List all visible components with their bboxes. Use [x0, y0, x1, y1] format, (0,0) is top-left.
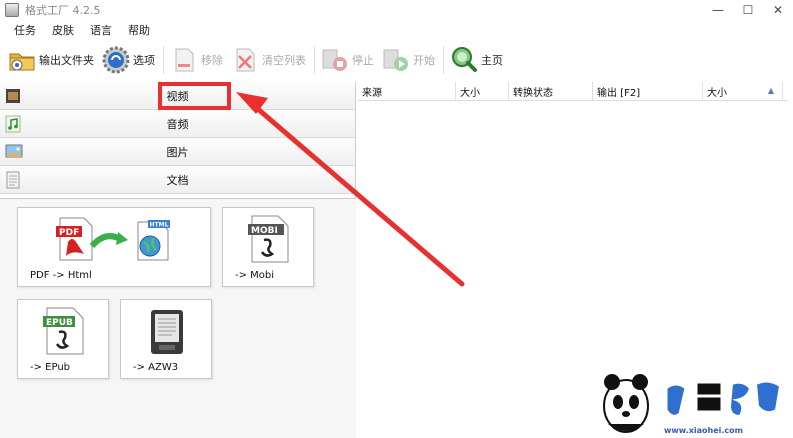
start-icon: [382, 46, 410, 74]
stop-icon: [321, 46, 349, 74]
tile-to-mobi[interactable]: MOBI -> Mobi: [222, 207, 314, 287]
remove-icon: [170, 46, 198, 74]
category-document-label: 文档: [166, 173, 189, 187]
home-search-icon: [450, 46, 478, 74]
category-panel: 视频 音频 图片 文档 PDF HTML PDF -> Html MOBI ->…: [0, 82, 356, 438]
tile-pdf-to-html[interactable]: PDF HTML PDF -> Html: [17, 207, 211, 287]
title-bar: 格式工厂 4.2.5 — ☐ ✕: [0, 0, 793, 20]
remove-button[interactable]: 移除: [170, 42, 223, 78]
tile-pdf-to-html-label: PDF -> Html: [30, 270, 92, 281]
mobi-badge-text: MOBI: [251, 226, 278, 236]
category-document[interactable]: 文档: [0, 166, 355, 194]
stop-button[interactable]: 停止: [321, 42, 374, 78]
pdf-badge-text: PDF: [59, 228, 79, 238]
toolbar-separator: [163, 46, 164, 74]
ereader-icon: [151, 310, 183, 354]
column-status[interactable]: 转换状态: [509, 82, 593, 101]
pdf-to-html-icon: PDF HTML: [56, 217, 170, 261]
conversion-tiles-area: PDF HTML PDF -> Html MOBI -> Mobi EPUB -…: [0, 198, 356, 438]
menu-task[interactable]: 任务: [6, 22, 44, 38]
maximize-button[interactable]: ☐: [733, 0, 763, 20]
film-icon: [5, 87, 21, 105]
window-title: 格式工厂 4.2.5: [25, 4, 101, 17]
epub-file-icon: EPUB: [43, 307, 84, 355]
column-output-size-label: 大小: [707, 88, 727, 99]
html-badge-text: HTML: [150, 222, 169, 229]
column-source[interactable]: 来源: [358, 82, 456, 101]
remove-label: 移除: [201, 54, 223, 67]
column-output[interactable]: 输出 [F2]: [593, 82, 703, 101]
start-button[interactable]: 开始: [382, 42, 435, 78]
highlight-box: [158, 82, 231, 110]
category-audio[interactable]: 音频: [0, 110, 355, 138]
gear-icon: [102, 46, 130, 74]
toolbar: 输出文件夹 选项 移除 清空列表 停止 开始 主页: [0, 40, 793, 80]
clear-list-button[interactable]: 清空列表: [231, 42, 306, 78]
tile-to-mobi-label: -> Mobi: [235, 270, 275, 281]
toolbar-separator: [314, 46, 315, 74]
home-label: 主页: [481, 54, 503, 67]
tile-to-epub-label: -> EPub: [30, 362, 71, 373]
clear-list-label: 清空列表: [262, 54, 306, 67]
sort-ascending-icon: ▲: [767, 86, 774, 95]
document-icon: [5, 171, 21, 189]
app-icon: [5, 3, 19, 17]
output-folder-button[interactable]: 输出文件夹: [8, 42, 94, 78]
category-audio-label: 音频: [166, 117, 189, 131]
tile-to-epub[interactable]: EPUB -> EPub: [17, 299, 109, 379]
toolbar-separator: [443, 46, 444, 74]
stop-label: 停止: [352, 54, 374, 67]
menu-skin[interactable]: 皮肤: [44, 22, 82, 38]
options-label: 选项: [133, 54, 155, 67]
tile-to-azw3-label: -> AZW3: [133, 362, 179, 373]
home-button[interactable]: 主页: [450, 42, 503, 78]
category-image[interactable]: 图片: [0, 138, 355, 166]
music-note-icon: [5, 115, 21, 133]
task-table-header: 来源 大小 转换状态 输出 [F2] 大小 ▲: [358, 82, 788, 101]
epub-badge-text: EPUB: [46, 318, 73, 328]
category-image-label: 图片: [166, 145, 189, 159]
clear-icon: [231, 46, 259, 74]
start-label: 开始: [413, 54, 435, 67]
menu-bar: 任务 皮肤 语言 帮助: [0, 20, 793, 40]
mobi-file-icon: MOBI: [248, 215, 289, 263]
close-button[interactable]: ✕: [763, 0, 793, 20]
minimize-button[interactable]: —: [703, 0, 733, 20]
menu-help[interactable]: 帮助: [120, 22, 158, 38]
output-folder-label: 输出文件夹: [39, 54, 94, 67]
options-button[interactable]: 选项: [102, 42, 155, 78]
column-size[interactable]: 大小: [456, 82, 509, 101]
watermark-url: www.xiaohei.com: [664, 426, 743, 435]
tile-to-azw3[interactable]: -> AZW3: [120, 299, 212, 379]
window-controls: — ☐ ✕: [703, 0, 793, 20]
picture-icon: [5, 143, 23, 161]
folder-icon: [8, 46, 36, 74]
column-output-size[interactable]: 大小 ▲: [703, 82, 783, 101]
menu-language[interactable]: 语言: [82, 22, 120, 38]
